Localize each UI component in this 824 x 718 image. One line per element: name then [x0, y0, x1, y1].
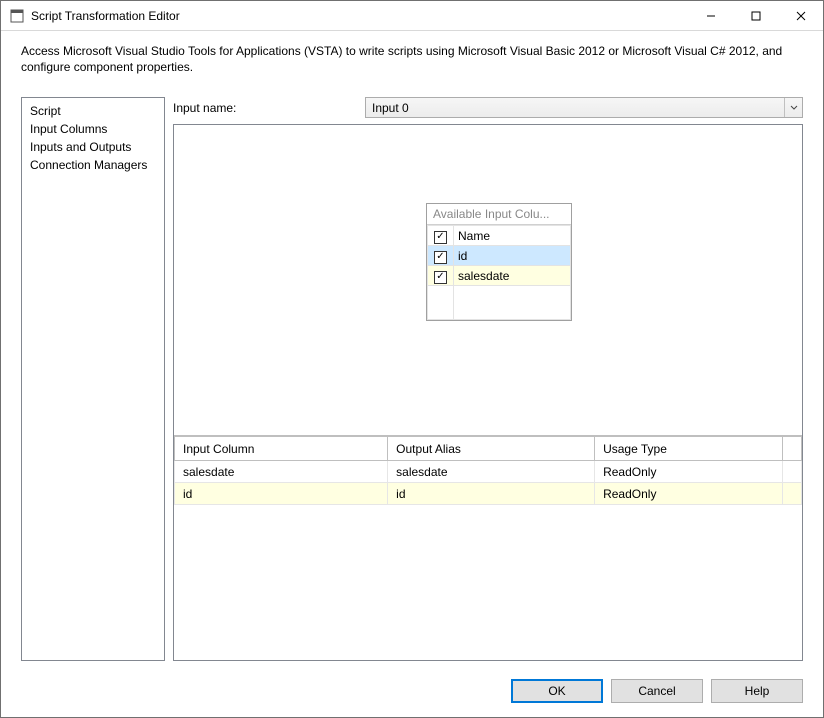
cell-input-column[interactable]: salesdate [175, 461, 388, 483]
close-button[interactable] [778, 1, 823, 30]
nav-item-input-columns[interactable]: Input Columns [22, 120, 164, 138]
available-columns-header: Available Input Colu... [427, 204, 571, 225]
description-text: Access Microsoft Visual Studio Tools for… [1, 31, 823, 79]
checkbox-icon[interactable]: ✓ [434, 251, 447, 264]
col-header-spacer [783, 437, 802, 461]
ok-button[interactable]: OK [511, 679, 603, 703]
help-button[interactable]: Help [711, 679, 803, 703]
maximize-button[interactable] [733, 1, 778, 30]
checkbox-icon[interactable]: ✓ [434, 231, 447, 244]
app-icon [9, 8, 25, 24]
col-header-input-column[interactable]: Input Column [175, 437, 388, 461]
columns-table: Input Column Output Alias Usage Type sal… [174, 436, 802, 505]
available-col-name[interactable]: salesdate [454, 266, 571, 286]
nav-item-script[interactable]: Script [22, 102, 164, 120]
input-name-value: Input 0 [372, 101, 409, 115]
nav-panel: Script Input Columns Inputs and Outputs … [21, 97, 165, 661]
col-header-output-alias[interactable]: Output Alias [388, 437, 595, 461]
input-name-label: Input name: [173, 101, 365, 115]
minimize-button[interactable] [688, 1, 733, 30]
available-row[interactable]: ✓ Name [428, 226, 571, 246]
available-row[interactable]: ✓ salesdate [428, 266, 571, 286]
window-title: Script Transformation Editor [31, 9, 688, 23]
checkbox-icon[interactable]: ✓ [434, 271, 447, 284]
cancel-button[interactable]: Cancel [611, 679, 703, 703]
available-columns-area: Available Input Colu... ✓ Name ✓ id [174, 125, 802, 435]
right-panel: Input name: Input 0 Available Input Colu… [173, 97, 803, 661]
window-controls [688, 1, 823, 30]
col-header-usage-type[interactable]: Usage Type [595, 437, 783, 461]
table-row[interactable]: salesdate salesdate ReadOnly [175, 461, 802, 483]
cell-usage-type[interactable]: ReadOnly [595, 461, 783, 483]
selected-columns-grid: Input Column Output Alias Usage Type sal… [174, 435, 802, 660]
nav-item-inputs-outputs[interactable]: Inputs and Outputs [22, 138, 164, 156]
available-columns-table: ✓ Name ✓ id ✓ salesdate [427, 225, 571, 320]
cell-output-alias[interactable]: salesdate [388, 461, 595, 483]
input-name-row: Input name: Input 0 [173, 97, 803, 118]
nav-item-connection-managers[interactable]: Connection Managers [22, 156, 164, 174]
content-panel: Available Input Colu... ✓ Name ✓ id [173, 124, 803, 661]
chevron-down-icon [784, 98, 802, 117]
footer: OK Cancel Help [1, 667, 823, 717]
available-columns-box: Available Input Colu... ✓ Name ✓ id [426, 203, 572, 321]
table-header-row: Input Column Output Alias Usage Type [175, 437, 802, 461]
available-col-name[interactable]: Name [454, 226, 571, 246]
cell-output-alias[interactable]: id [388, 483, 595, 505]
available-col-name[interactable]: id [454, 246, 571, 266]
input-name-select[interactable]: Input 0 [365, 97, 803, 118]
available-row[interactable]: ✓ id [428, 246, 571, 266]
cell-spacer [783, 483, 802, 505]
titlebar: Script Transformation Editor [1, 1, 823, 31]
available-empty-row [428, 286, 571, 320]
cell-spacer [783, 461, 802, 483]
cell-input-column[interactable]: id [175, 483, 388, 505]
body: Script Input Columns Inputs and Outputs … [1, 79, 823, 667]
window: Script Transformation Editor Access Micr… [0, 0, 824, 718]
cell-usage-type[interactable]: ReadOnly [595, 483, 783, 505]
table-row[interactable]: id id ReadOnly [175, 483, 802, 505]
